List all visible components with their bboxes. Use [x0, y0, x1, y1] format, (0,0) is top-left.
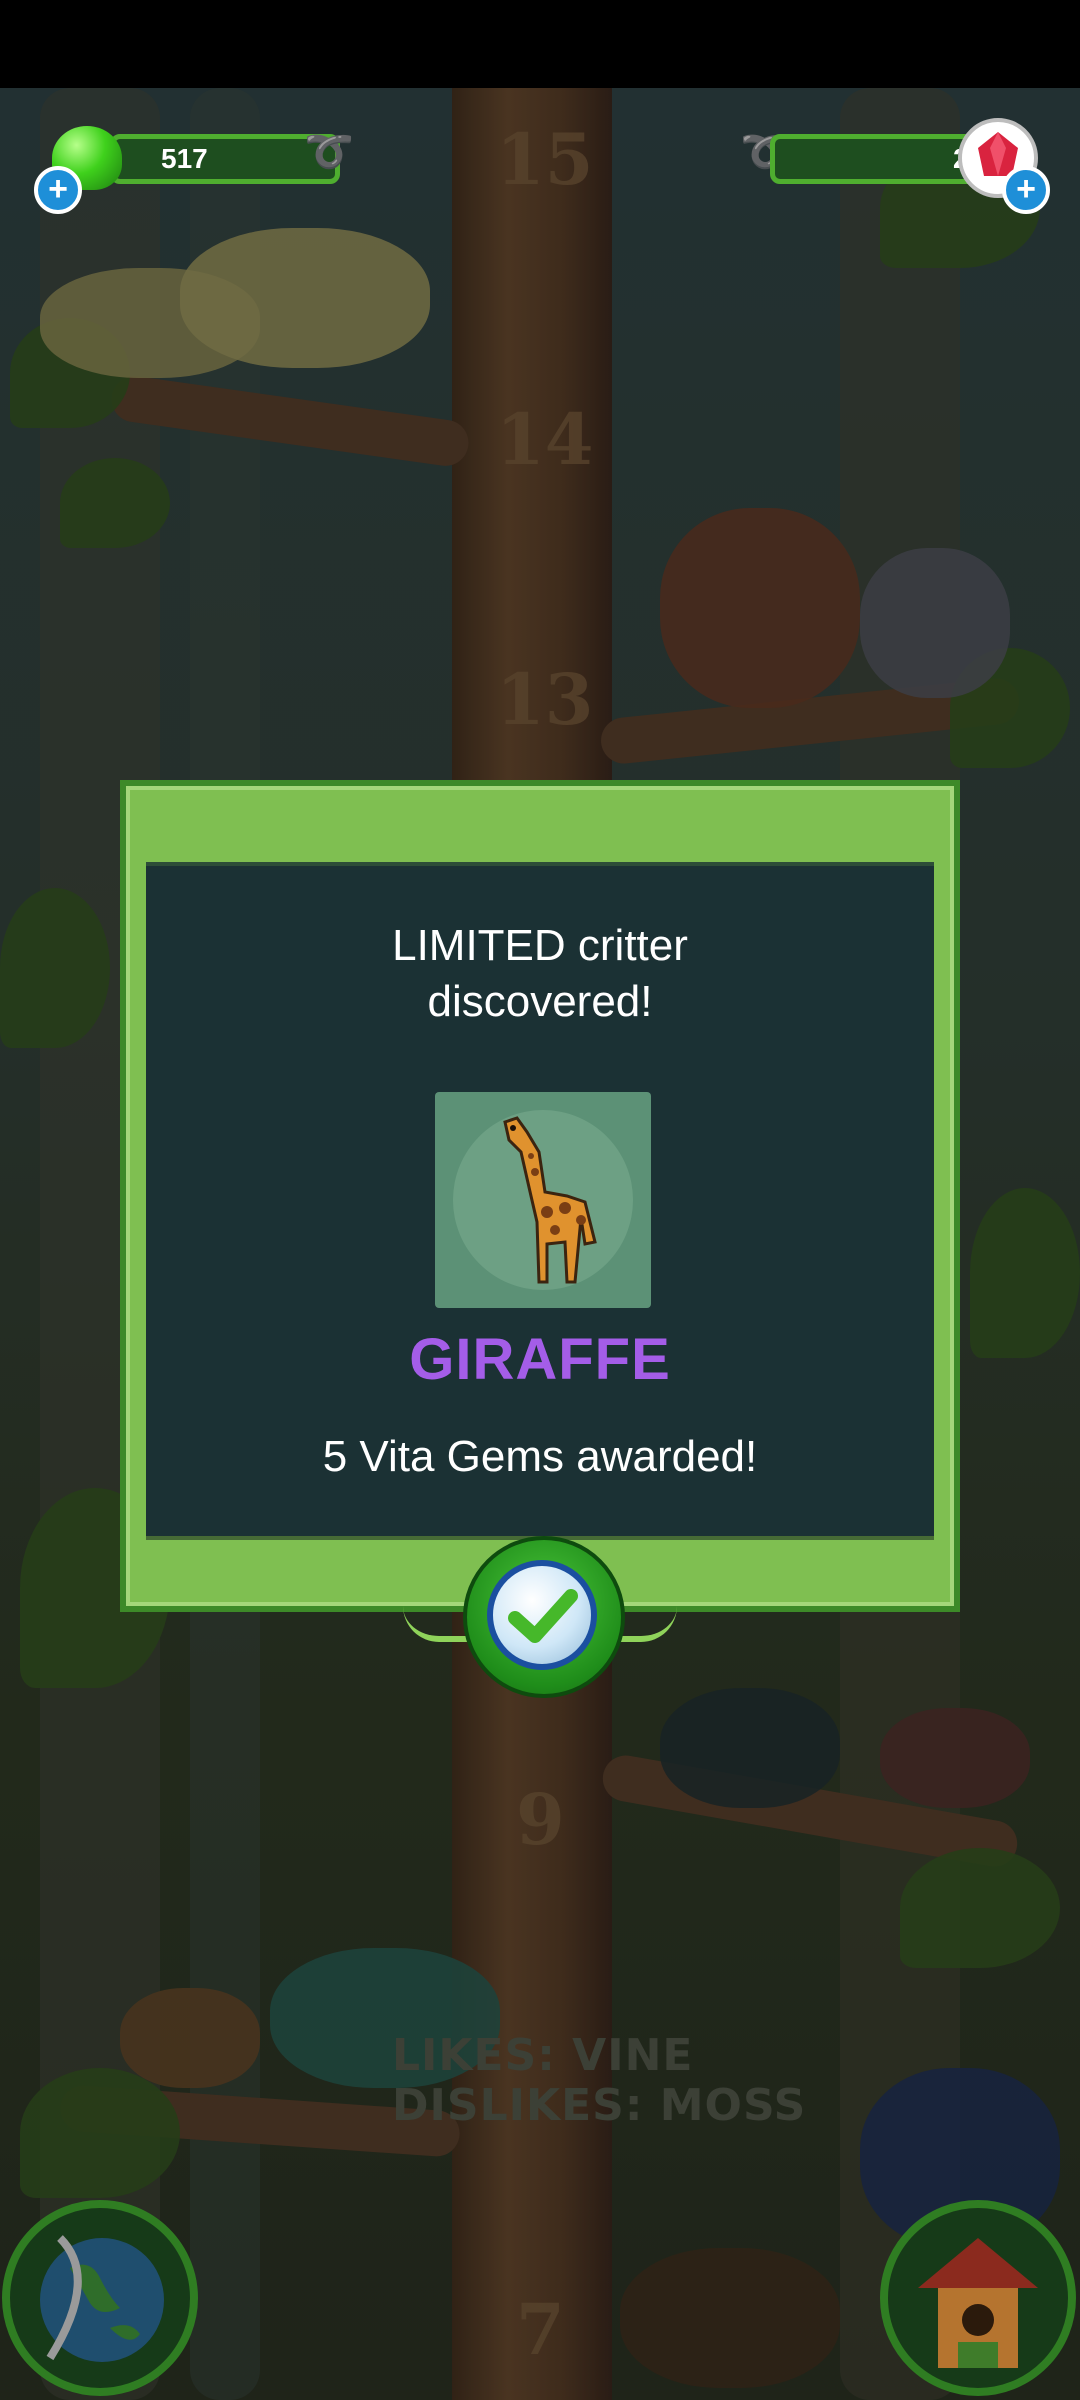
dialog-title-line2: discovered!	[427, 977, 653, 1026]
jelly-counter[interactable]: 517 ➰ +	[30, 122, 360, 214]
dialog-title-line1: LIMITED critter	[392, 921, 688, 970]
critter-discovered-dialog: LIMITED critter discovered! GIRAFFE 5 Vi…	[120, 780, 960, 1612]
checkmark-icon	[508, 1589, 578, 1643]
confirm-button[interactable]	[403, 1536, 677, 1698]
confirm-button-face[interactable]	[487, 1560, 597, 1670]
world-map-button[interactable]	[2, 2200, 198, 2396]
shelter-button[interactable]	[880, 2200, 1076, 2396]
birdhouse-icon	[918, 2238, 1038, 2368]
gem-counter[interactable]: ➰ 2 +	[740, 118, 1060, 214]
dialog-panel: LIMITED critter discovered! GIRAFFE 5 Vi…	[146, 862, 934, 1540]
jelly-count: 517	[161, 143, 208, 174]
reward-text: 5 Vita Gems awarded!	[322, 1432, 758, 1481]
critter-name: GIRAFFE	[409, 1327, 671, 1392]
giraffe-icon	[503, 1116, 597, 1284]
status-bar	[0, 0, 1080, 88]
vine-curl-icon: ➰	[304, 130, 354, 174]
critter-portrait	[435, 1092, 651, 1308]
add-jelly-button[interactable]: +	[34, 166, 82, 214]
globe-icon	[40, 2235, 164, 2362]
dialog-title: LIMITED critter discovered!	[146, 918, 934, 1030]
add-gem-button[interactable]: +	[1002, 166, 1050, 214]
